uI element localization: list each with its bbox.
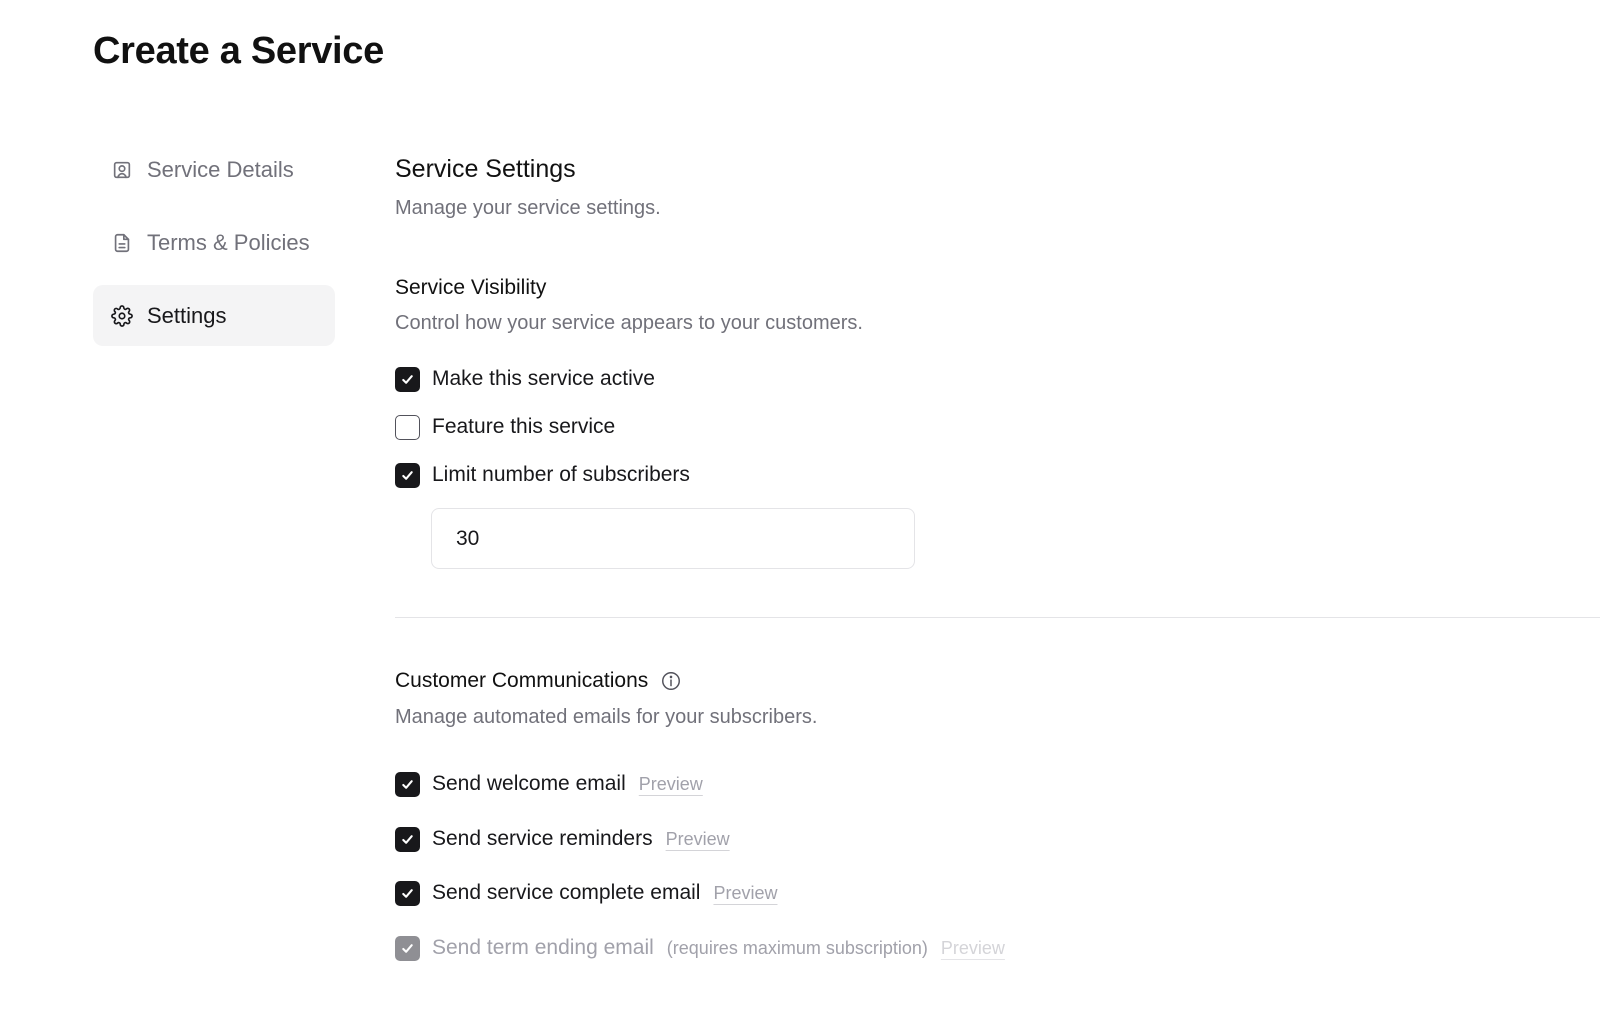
option-limit-subscribers[interactable]: Limit number of subscribers (395, 461, 690, 489)
option-label: Feature this service (432, 415, 616, 438)
option-welcome-email[interactable]: Send welcome email Preview (395, 770, 703, 798)
welcome-email-preview-link[interactable]: Preview (639, 774, 703, 795)
check-icon (402, 470, 413, 480)
option-service-reminders[interactable]: Send service reminders Preview (395, 825, 730, 853)
section-description: Manage your service settings. (395, 197, 661, 219)
option-label: Limit number of subscribers (432, 463, 690, 486)
welcome-email-checkbox[interactable] (395, 771, 420, 797)
requirement-note: (requires maximum subscription) (666, 937, 928, 958)
featured-checkbox[interactable] (395, 414, 420, 440)
communications-description: Manage automated emails for your subscri… (395, 706, 818, 728)
check-icon (402, 943, 413, 953)
option-label: Send service complete email (432, 881, 701, 904)
term-ending-checkbox (395, 935, 420, 961)
option-featured[interactable]: Feature this service (395, 413, 615, 441)
info-icon[interactable] (660, 670, 682, 692)
visibility-title: Service Visibility (395, 276, 547, 299)
option-active[interactable]: Make this service active (395, 365, 655, 393)
option-label: Send welcome email (432, 772, 626, 795)
option-label: Send term ending email (432, 936, 654, 959)
section-divider (395, 617, 1600, 618)
page-title: Create a Service (93, 30, 384, 72)
option-label: Make this service active (432, 367, 655, 390)
option-label: Send service reminders (432, 827, 653, 850)
sidebar-item-label: Settings (147, 302, 227, 328)
sidebar-item-settings[interactable]: Settings (93, 285, 335, 346)
subscriber-limit-input[interactable] (431, 508, 915, 569)
check-icon (402, 834, 413, 844)
section-title: Service Settings (395, 155, 576, 183)
option-term-ending-email: Send term ending email (requires maximum… (395, 934, 1005, 962)
check-icon (402, 779, 413, 789)
complete-email-checkbox[interactable] (395, 880, 420, 906)
sidebar-item-label: Terms & Policies (147, 229, 310, 255)
sidebar-item-label: Service Details (147, 156, 294, 182)
document-icon (111, 232, 133, 254)
term-ending-preview-link: Preview (940, 937, 1005, 958)
sidebar: Service Details Terms & Policies Setting… (93, 139, 335, 358)
sidebar-item-service-details[interactable]: Service Details (93, 139, 335, 200)
check-icon (402, 374, 413, 384)
check-icon (402, 888, 413, 898)
active-checkbox[interactable] (395, 366, 420, 392)
complete-email-preview-link[interactable]: Preview (713, 883, 777, 904)
reminders-preview-link[interactable]: Preview (666, 829, 730, 850)
reminders-checkbox[interactable] (395, 826, 420, 852)
user-square-icon (111, 159, 133, 181)
sidebar-item-terms-policies[interactable]: Terms & Policies (93, 212, 335, 273)
option-complete-email[interactable]: Send service complete email Preview (395, 879, 778, 907)
communications-title: Customer Communications (395, 669, 682, 693)
gear-icon (111, 304, 133, 327)
communications-title-text: Customer Communications (395, 669, 649, 692)
limit-checkbox[interactable] (395, 462, 420, 488)
visibility-description: Control how your service appears to your… (395, 312, 863, 334)
